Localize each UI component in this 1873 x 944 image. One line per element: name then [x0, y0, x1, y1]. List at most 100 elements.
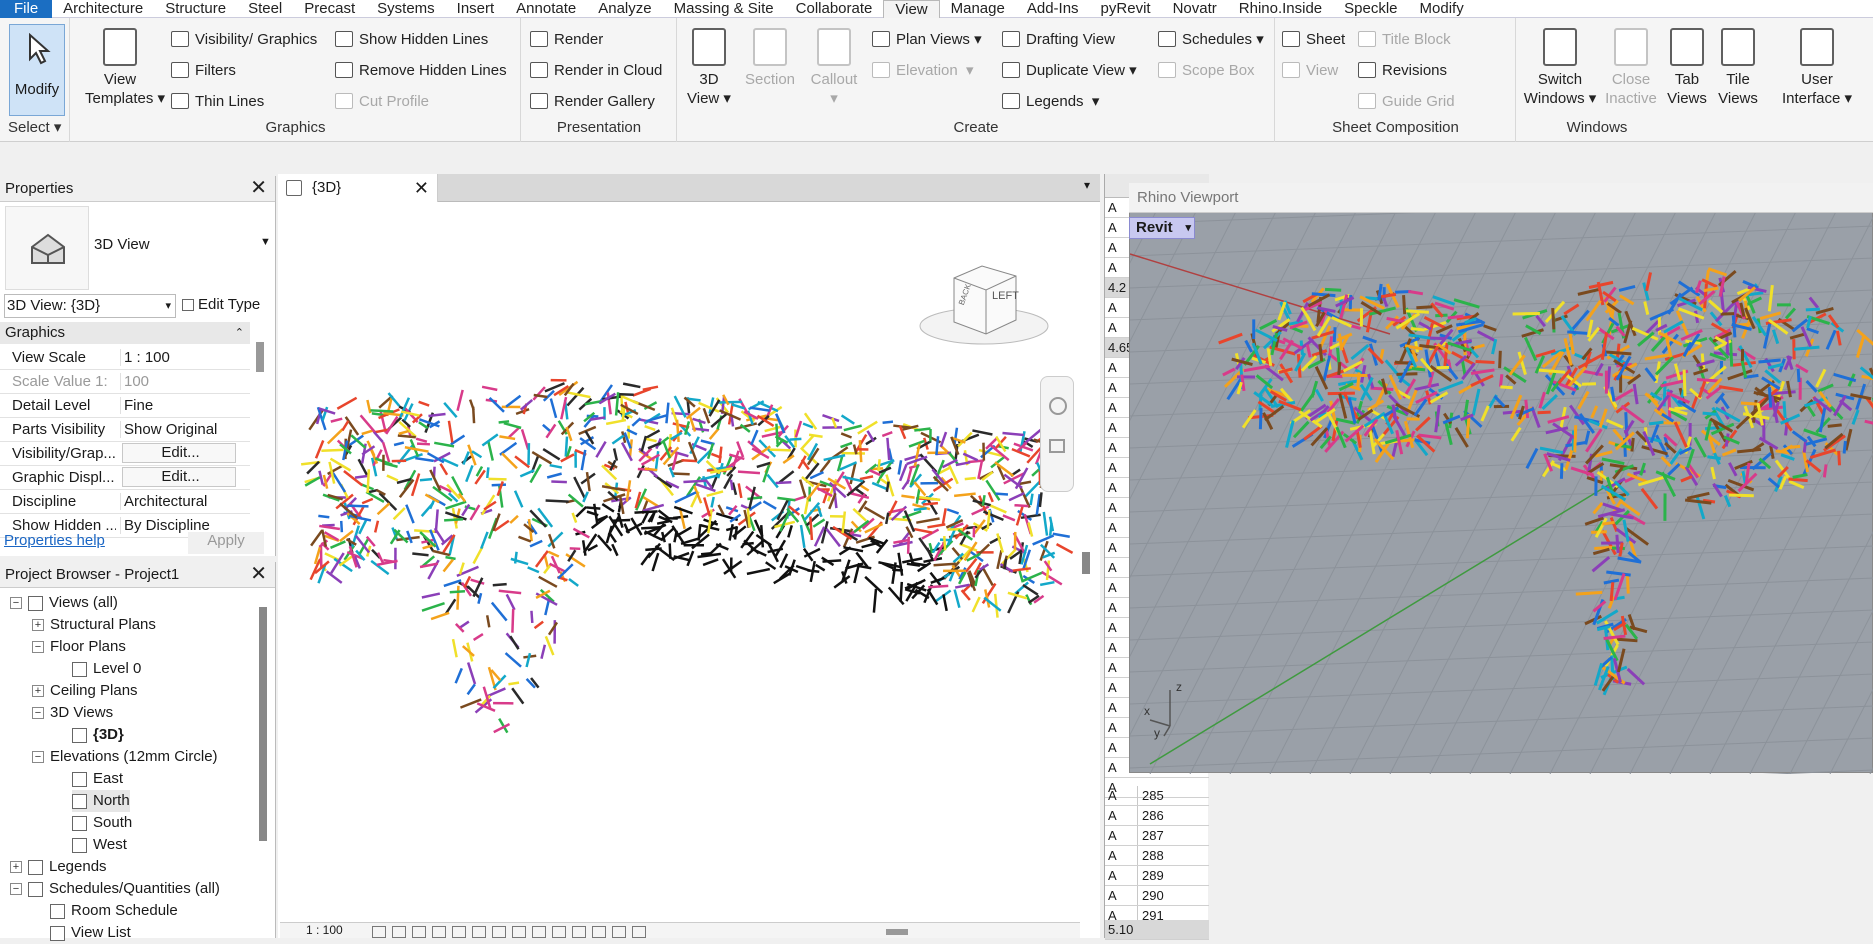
- scope-box-button[interactable]: Scope Box: [1158, 59, 1255, 81]
- modify-button[interactable]: Modify: [9, 24, 65, 116]
- tab-insert[interactable]: Insert: [446, 0, 506, 18]
- schedules-button[interactable]: Schedules ▾: [1158, 28, 1264, 50]
- property-row[interactable]: DisciplineArchitectural: [0, 490, 250, 514]
- view-control-icon[interactable]: [412, 926, 426, 938]
- edit-button[interactable]: Edit...: [122, 443, 236, 463]
- view-control-icon[interactable]: [472, 926, 486, 938]
- show-hidden-lines-button[interactable]: Show Hidden Lines: [335, 28, 488, 50]
- thin-lines-button[interactable]: Thin Lines: [171, 90, 264, 112]
- chevron-down-icon[interactable]: ▾: [1185, 218, 1191, 238]
- tile-views-button[interactable]: TileViews: [1713, 28, 1763, 108]
- tree-item[interactable]: Structural Plans: [50, 614, 156, 636]
- tree-item[interactable]: West: [72, 834, 127, 856]
- view-cube[interactable]: LEFT BACK: [916, 256, 1052, 356]
- remove-hidden-lines-button[interactable]: Remove Hidden Lines: [335, 59, 507, 81]
- edit-button[interactable]: Edit...: [122, 467, 236, 487]
- tab-modify[interactable]: Modify: [1409, 0, 1475, 18]
- navigation-bar[interactable]: [1040, 376, 1074, 492]
- properties-scrollbar[interactable]: [256, 342, 264, 372]
- tree-item[interactable]: Schedules/Quantities (all): [28, 878, 220, 900]
- 3d-view-button[interactable]: 3DView ▾: [684, 28, 734, 108]
- render-in-cloud-button[interactable]: Render in Cloud: [530, 59, 662, 81]
- close-icon[interactable]: ✕: [250, 562, 267, 586]
- revisions-button[interactable]: Revisions: [1358, 59, 1447, 81]
- cut-profile-button[interactable]: Cut Profile: [335, 90, 429, 112]
- tree-item[interactable]: Floor Plans: [50, 636, 126, 658]
- view-control-icon[interactable]: [512, 926, 526, 938]
- close-inactive-button[interactable]: CloseInactive: [1601, 28, 1661, 108]
- tree-item[interactable]: Ceiling Plans: [50, 680, 138, 702]
- tab-file[interactable]: File: [0, 0, 52, 18]
- expand-icon[interactable]: +: [10, 861, 22, 873]
- tab-analyze[interactable]: Analyze: [587, 0, 662, 18]
- rhino-viewport-tab[interactable]: Revit▾: [1129, 217, 1195, 239]
- elevation-button[interactable]: Elevation ▾: [872, 59, 974, 81]
- close-icon[interactable]: ✕: [414, 174, 429, 202]
- property-row[interactable]: Scale Value 1:100: [0, 370, 250, 394]
- tab-massing-site[interactable]: Massing & Site: [663, 0, 785, 18]
- property-value[interactable]: Show Original: [120, 421, 238, 438]
- schedule-row[interactable]: A290: [1105, 886, 1209, 906]
- render-button[interactable]: Render: [530, 28, 603, 50]
- property-value[interactable]: 100: [120, 373, 238, 390]
- tree-item[interactable]: Legends: [28, 856, 107, 878]
- tab-steel[interactable]: Steel: [237, 0, 293, 18]
- zoom-icon[interactable]: [1049, 439, 1065, 453]
- collapse-icon[interactable]: −: [32, 641, 44, 653]
- tree-item[interactable]: Level 0: [72, 658, 141, 680]
- sheet-button[interactable]: Sheet: [1282, 28, 1345, 50]
- tree-item[interactable]: Room Schedule: [50, 900, 178, 922]
- tab-systems[interactable]: Systems: [366, 0, 446, 18]
- render-gallery-button[interactable]: Render Gallery: [530, 90, 655, 112]
- view-control-icon[interactable]: [572, 926, 586, 938]
- schedule-row[interactable]: A287: [1105, 826, 1209, 846]
- view-control-icon[interactable]: [592, 926, 606, 938]
- collapse-icon[interactable]: −: [32, 707, 44, 719]
- tab-add-ins[interactable]: Add-Ins: [1016, 0, 1090, 18]
- switch-windows-button[interactable]: SwitchWindows ▾: [1523, 28, 1597, 108]
- graphics-section-header[interactable]: Graphics⌃: [0, 322, 250, 344]
- guide-grid-button[interactable]: Guide Grid: [1358, 90, 1455, 112]
- tab-structure[interactable]: Structure: [154, 0, 237, 18]
- user-interface-button[interactable]: UserInterface ▾: [1779, 28, 1855, 108]
- tab-precast[interactable]: Precast: [293, 0, 366, 18]
- tree-item[interactable]: Views (all): [28, 592, 118, 614]
- property-row[interactable]: Visibility/Grap...Edit...: [0, 442, 250, 466]
- tab-novatr[interactable]: Novatr: [1162, 0, 1228, 18]
- visibility-graphics-button[interactable]: Visibility/ Graphics: [171, 28, 317, 50]
- rhino-viewport[interactable]: [1129, 183, 1873, 773]
- tab-rhino-inside[interactable]: Rhino.Inside: [1228, 0, 1333, 18]
- drafting-view-button[interactable]: Drafting View: [1002, 28, 1115, 50]
- collapse-icon[interactable]: −: [32, 751, 44, 763]
- plan-views-button[interactable]: Plan Views ▾: [872, 28, 982, 50]
- tab-speckle[interactable]: Speckle: [1333, 0, 1408, 18]
- tab-3d-view[interactable]: {3D} ✕: [278, 174, 438, 202]
- view-control-icon[interactable]: [552, 926, 566, 938]
- view-control-icon[interactable]: [632, 926, 646, 938]
- collapse-icon[interactable]: −: [10, 883, 22, 895]
- collapse-icon[interactable]: −: [10, 597, 22, 609]
- tree-item[interactable]: View List: [50, 922, 131, 944]
- legends-button[interactable]: Legends ▾: [1002, 90, 1099, 112]
- tab-views-button[interactable]: TabViews: [1663, 28, 1711, 108]
- tree-item[interactable]: 3D Views: [50, 702, 113, 724]
- schedule-row[interactable]: A286: [1105, 806, 1209, 826]
- tab-manage[interactable]: Manage: [940, 0, 1016, 18]
- property-value[interactable]: Fine: [120, 397, 238, 414]
- property-row[interactable]: Parts VisibilityShow Original: [0, 418, 250, 442]
- tab-annotate[interactable]: Annotate: [505, 0, 587, 18]
- select-dropdown[interactable]: Select ▾: [0, 118, 69, 136]
- view-scale-label[interactable]: 1 : 100: [306, 923, 343, 937]
- view-control-icon[interactable]: [492, 926, 506, 938]
- apply-button[interactable]: Apply: [188, 532, 264, 554]
- property-value[interactable]: Architectural: [120, 493, 238, 510]
- schedule-row[interactable]: A288: [1105, 846, 1209, 866]
- view-control-icon[interactable]: [372, 926, 386, 938]
- property-row[interactable]: Detail LevelFine: [0, 394, 250, 418]
- type-selector-dropdown[interactable]: ▼: [260, 236, 271, 248]
- tree-item[interactable]: {3D}: [72, 724, 124, 746]
- callout-button[interactable]: Callout▾: [802, 28, 866, 108]
- view-control-icon[interactable]: [532, 926, 546, 938]
- tree-item[interactable]: North: [72, 790, 130, 812]
- section-button[interactable]: Section: [740, 28, 800, 89]
